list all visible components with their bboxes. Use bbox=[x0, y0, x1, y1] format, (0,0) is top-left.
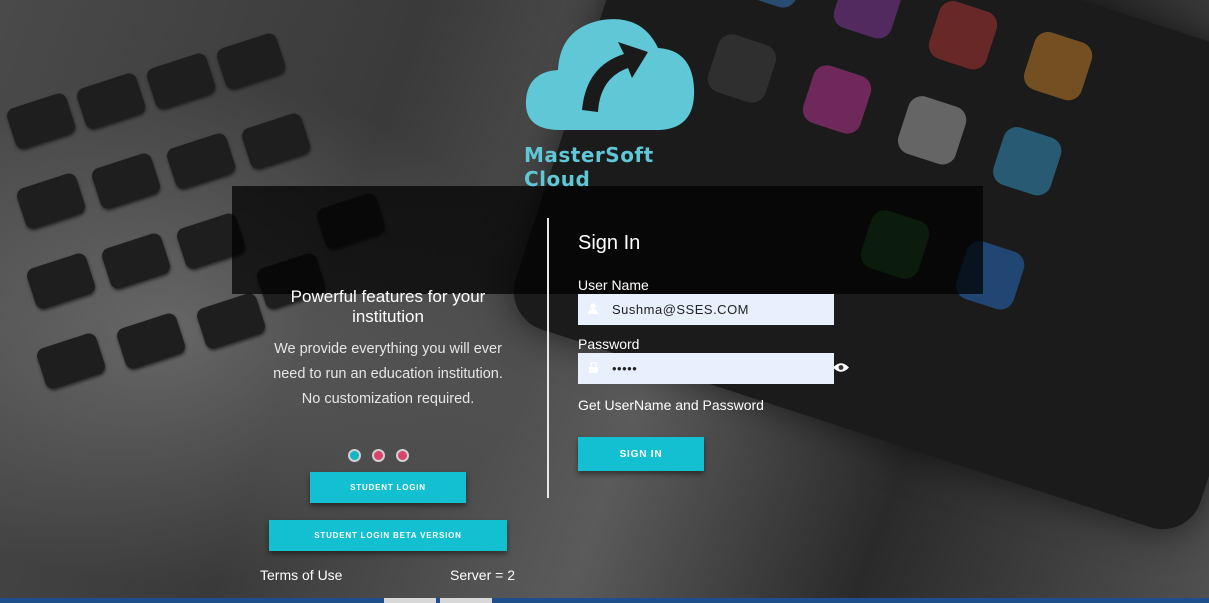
carousel-dot-2[interactable] bbox=[372, 449, 385, 462]
server-info: Server = 2 bbox=[450, 567, 515, 583]
password-value: ••••• bbox=[612, 361, 638, 376]
student-login-beta-button[interactable]: STUDENT LOGIN BETA VERSION bbox=[269, 520, 507, 551]
taskbar bbox=[0, 598, 1209, 603]
carousel-dot-3[interactable] bbox=[396, 449, 409, 462]
sign-in-button[interactable]: SIGN IN bbox=[578, 437, 704, 471]
carousel-dot-1[interactable] bbox=[348, 449, 361, 462]
lock-icon bbox=[586, 361, 600, 376]
promo-title: Powerful features for your institution bbox=[290, 287, 486, 326]
username-value: Sushma@SSES.COM bbox=[612, 302, 750, 317]
signin-title: Sign In bbox=[578, 232, 641, 254]
eye-icon[interactable] bbox=[833, 361, 849, 376]
brand-name: MasterSoft Cloud bbox=[524, 143, 654, 191]
user-icon bbox=[586, 302, 600, 317]
get-credentials-link[interactable]: Get UserName and Password bbox=[578, 397, 764, 413]
promo-section: Powerful features for your institution W… bbox=[268, 287, 508, 412]
promo-description: We provide everything you will ever need… bbox=[273, 341, 503, 407]
terms-of-use-link[interactable]: Terms of Use bbox=[260, 567, 342, 583]
taskbar-item[interactable] bbox=[440, 598, 492, 603]
taskbar-item[interactable] bbox=[384, 598, 436, 603]
password-field[interactable]: ••••• bbox=[578, 353, 834, 384]
carousel-indicators bbox=[348, 449, 409, 463]
student-login-button[interactable]: STUDENT LOGIN bbox=[310, 472, 466, 503]
panel-divider bbox=[547, 218, 549, 498]
password-label: Password bbox=[578, 336, 640, 352]
username-field[interactable]: Sushma@SSES.COM bbox=[578, 294, 834, 325]
username-label: User Name bbox=[578, 277, 649, 293]
